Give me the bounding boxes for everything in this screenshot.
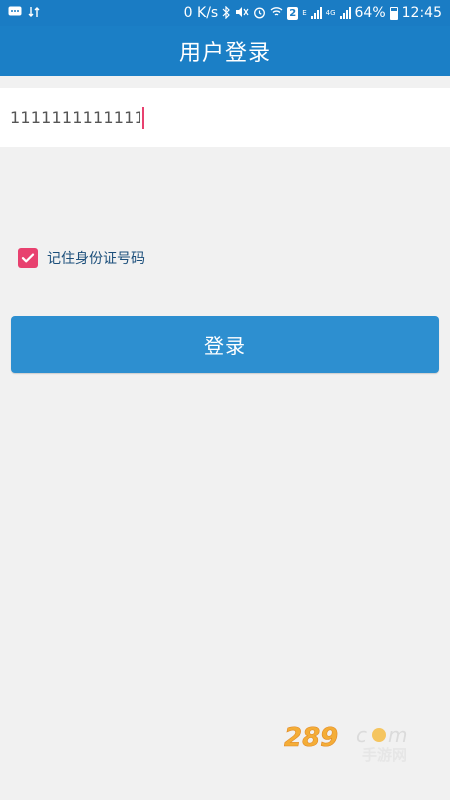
page-title: 用户登录	[178, 41, 271, 66]
battery-percent: 64%	[354, 5, 386, 21]
remember-checkbox[interactable]	[18, 248, 38, 268]
id-number-input[interactable]	[10, 108, 140, 127]
svg-text:m: m	[388, 723, 407, 747]
status-bar-right: 0 K/s 2 E 4G 64% 12:45	[184, 5, 442, 21]
check-icon	[21, 253, 35, 263]
remember-label: 记住身份证号码	[47, 251, 145, 267]
alarm-icon	[253, 6, 266, 21]
lte-badge: E	[302, 9, 307, 17]
wifi-icon	[270, 6, 283, 20]
app-bar: 用户登录	[0, 26, 450, 76]
login-button[interactable]: 登录	[11, 316, 439, 373]
text-caret	[142, 106, 144, 129]
signal-icon	[310, 7, 322, 19]
sim-slot-badge: 2	[287, 6, 299, 20]
data-transfer-icon	[28, 6, 40, 20]
battery-icon	[389, 6, 398, 20]
net-speed: 0 K/s	[183, 5, 219, 21]
clock: 12:45	[401, 5, 442, 21]
svg-text:289: 289	[284, 723, 338, 753]
message-icon	[8, 6, 22, 20]
id-number-row[interactable]	[0, 88, 450, 147]
status-bar: 0 K/s 2 E 4G 64% 12:45	[0, 0, 450, 26]
signal-icon-2	[339, 7, 351, 19]
bluetooth-icon	[222, 5, 231, 21]
remember-id-option[interactable]: 记住身份证号码	[18, 248, 145, 268]
site-watermark-logo: 289 c m 手游网	[284, 723, 407, 762]
status-bar-left	[8, 6, 40, 20]
svg-text:c: c	[356, 723, 367, 747]
network-type: 4G	[325, 9, 336, 17]
mute-icon	[235, 6, 249, 20]
svg-text:手游网: 手游网	[362, 746, 407, 762]
